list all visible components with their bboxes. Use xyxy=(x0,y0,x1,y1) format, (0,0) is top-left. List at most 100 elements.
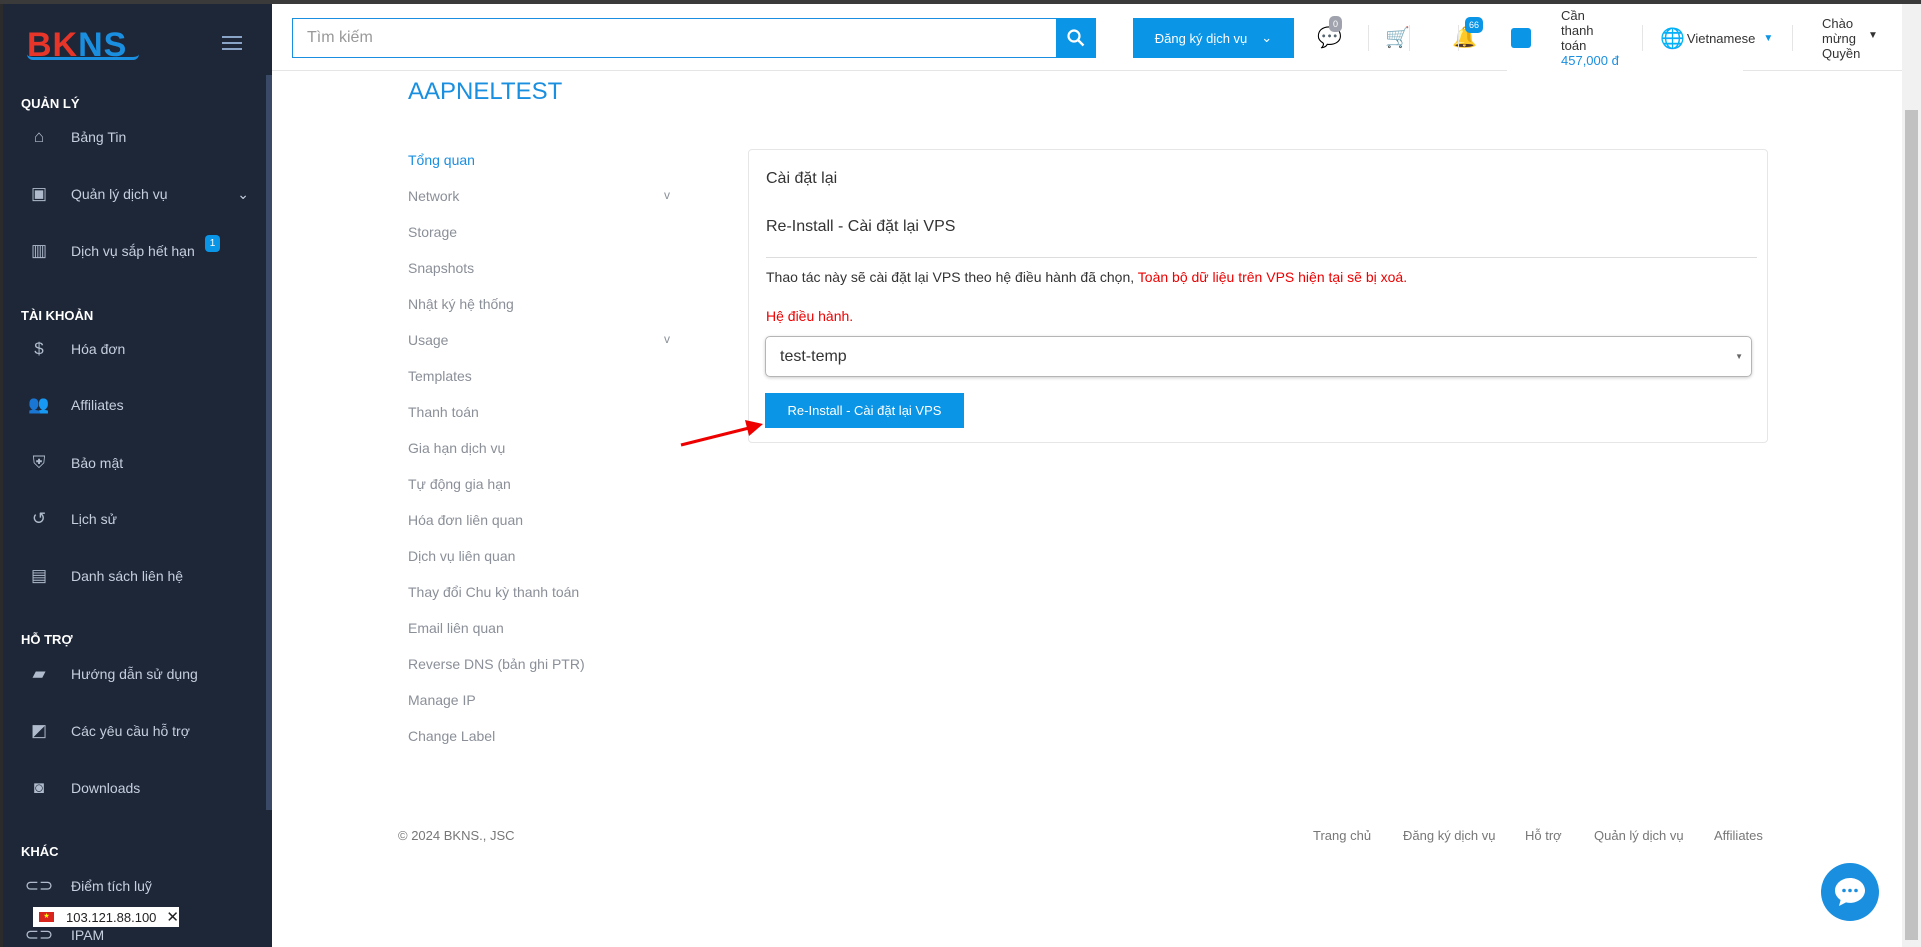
divider xyxy=(1368,25,1369,51)
divider xyxy=(1409,25,1410,51)
cart-icon: 🛒 xyxy=(1385,27,1410,49)
payment-amount: 457,000 đ xyxy=(1561,53,1619,68)
nav-item[interactable]: Storage xyxy=(408,224,670,240)
sidebar-item-hoa-don[interactable]: $ Hóa đơn xyxy=(29,337,125,361)
footer-link-home[interactable]: Trang chủ xyxy=(1313,828,1371,843)
ip-tooltip: ★ 103.121.88.100 ✕ xyxy=(33,907,179,927)
footer-link-register[interactable]: Đăng ký dịch vụ xyxy=(1403,828,1496,843)
sidebar-item-quan-ly-dich-vu[interactable]: ▣ Quản lý dịch vụ ⌄ xyxy=(29,182,249,206)
close-icon[interactable]: ✕ xyxy=(166,908,179,926)
user-add-icon: 👥 xyxy=(28,395,50,414)
hamburger-menu-icon[interactable] xyxy=(222,36,242,54)
cart-button[interactable]: 🛒 xyxy=(1385,25,1410,50)
chevron-down-icon: ⌄ xyxy=(1261,30,1273,45)
sidebar-scrollbar[interactable] xyxy=(266,75,272,810)
history-icon: ↺ xyxy=(31,509,47,528)
shield-icon: ⛨ xyxy=(32,453,46,472)
nav-item[interactable]: Nhật ký hệ thống xyxy=(408,296,670,312)
messages-button[interactable]: 💬 0 xyxy=(1317,16,1343,50)
nav-item[interactable]: Change Label xyxy=(408,728,670,744)
os-select[interactable]: test-temp ▼ xyxy=(765,336,1752,377)
home-icon: ⌂ xyxy=(33,127,45,146)
reinstall-description: Thao tác này sẽ cài đặt lại VPS theo hệ … xyxy=(766,269,1408,285)
sidebar-item-downloads[interactable]: ◙ Downloads xyxy=(29,776,140,800)
expiring-badge: 1 xyxy=(204,234,221,252)
search-icon xyxy=(1067,29,1085,47)
divider xyxy=(1792,25,1793,51)
logo-swoosh xyxy=(27,54,139,60)
nav-item[interactable]: Tổng quan xyxy=(408,152,670,168)
sidebar-item-lich-su[interactable]: ↺ Lịch sử xyxy=(29,507,117,531)
dollar-icon: $ xyxy=(34,339,44,358)
ticket-icon: ◩ xyxy=(30,721,48,740)
sidebar-item-yeu-cau-ho-tro[interactable]: ◩ Các yêu cầu hỗ trợ xyxy=(29,719,190,743)
bar-chart-icon: ▥ xyxy=(30,241,48,260)
notifications-count: 66 xyxy=(1465,17,1484,33)
sidebar-item-bang-tin[interactable]: ⌂ Bảng Tin xyxy=(29,125,126,149)
nav-item[interactable]: Thay đổi Chu kỳ thanh toán xyxy=(408,584,670,600)
nav-item[interactable]: Templates xyxy=(408,368,670,384)
divider xyxy=(1642,25,1643,51)
data-loss-warning: Toàn bộ dữ liệu trên VPS hiện tại sẽ bị … xyxy=(1137,269,1408,285)
footer-link-support[interactable]: Hỗ trợ xyxy=(1525,828,1562,843)
user-menu[interactable]: Chào mừng Quyền ▼ xyxy=(1822,16,1878,61)
red-arrow-annotation xyxy=(680,420,763,447)
globe-icon: 🌐 xyxy=(1660,28,1685,50)
save-icon: ◙ xyxy=(33,778,45,797)
wallet-icon xyxy=(1511,28,1531,48)
sidebar-item-huong-dan[interactable]: ▰ Hướng dẫn sử dụng xyxy=(29,662,197,686)
contacts-icon: ▤ xyxy=(30,566,48,585)
section-khac: KHÁC xyxy=(21,844,59,859)
divider xyxy=(1458,25,1459,51)
notifications-button[interactable]: 🔔 66 xyxy=(1452,17,1484,50)
section-tai-khoan: TÀI KHOẢN xyxy=(21,308,94,323)
card-heading: Cài đặt lại xyxy=(766,170,838,187)
nav-item[interactable]: Hóa đơn liên quan xyxy=(408,512,670,528)
sidebar-item-bao-mat[interactable]: ⛨ Bảo mật xyxy=(29,451,124,475)
reinstall-button[interactable]: Re-Install - Cài đặt lại VPS xyxy=(765,393,964,428)
nav-item[interactable]: Network v xyxy=(408,188,670,204)
nav-item[interactable]: Reverse DNS (bản ghi PTR) xyxy=(408,656,670,672)
link-icon: ⊂⊃ xyxy=(24,925,54,944)
divider xyxy=(766,257,1757,258)
sidebar-item-danh-sach-lien-he[interactable]: ▤ Danh sách liên hệ xyxy=(29,564,183,588)
chat-bubble-icon xyxy=(1835,878,1865,906)
search-button[interactable] xyxy=(1056,18,1096,58)
language-select[interactable]: 🌐 Vietnamese ▼ xyxy=(1660,26,1773,51)
sidebar: BKNS QUẢN LÝ ⌂ Bảng Tin ▣ Quản lý dịch vụ ⌄… xyxy=(0,4,272,947)
nav-item[interactable]: Usage v xyxy=(408,332,670,348)
copyright: © 2024 BKNS., JSC xyxy=(398,828,515,843)
link-icon: ⊂⊃ xyxy=(24,876,54,895)
sidebar-item-affiliates[interactable]: 👥 Affiliates xyxy=(28,393,123,417)
nav-item[interactable]: Snapshots xyxy=(408,260,670,276)
nav-item[interactable]: Thanh toán xyxy=(408,404,670,420)
nav-item[interactable]: Dịch vụ liên quan xyxy=(408,548,670,564)
register-service-button[interactable]: Đăng ký dịch vụ ⌄ xyxy=(1133,18,1294,58)
sidebar-item-dich-vu-sap-het-han[interactable]: ▥ Dịch vụ sắp hết hạn 1 xyxy=(29,234,221,263)
chevron-down-icon: ⌄ xyxy=(237,185,249,202)
chevron-down-icon: v xyxy=(664,332,670,346)
chat-button[interactable] xyxy=(1821,863,1879,921)
search-input[interactable]: Tìm kiếm xyxy=(292,18,1058,58)
section-quan-ly: QUẢN LÝ xyxy=(21,96,80,111)
page-scrollbar-thumb[interactable] xyxy=(1905,110,1918,940)
caret-down-icon: ▼ xyxy=(1868,30,1878,41)
caret-down-icon: ▼ xyxy=(1735,352,1743,361)
messages-count: 0 xyxy=(1329,16,1343,32)
sidebar-item-diem-tich-luy[interactable]: ⊂⊃ Điểm tích luỹ xyxy=(24,874,152,898)
nav-item[interactable]: Gia hạn dịch vụ xyxy=(408,440,670,456)
section-ho-tro: HỖ TRỢ xyxy=(21,632,73,647)
label-icon: ▰ xyxy=(32,664,46,683)
footer-link-manage[interactable]: Quản lý dịch vụ xyxy=(1594,828,1684,843)
nav-item[interactable]: Manage IP xyxy=(408,692,670,708)
caret-down-icon: ▼ xyxy=(1763,33,1774,44)
nav-item[interactable]: Email liên quan xyxy=(408,620,670,636)
nav-item[interactable]: Tự động gia hạn xyxy=(408,476,670,492)
chevron-down-icon: v xyxy=(664,188,670,202)
vietnam-flag-icon: ★ xyxy=(39,912,55,922)
footer-link-affiliates[interactable]: Affiliates xyxy=(1714,828,1763,843)
os-label: Hệ điều hành. xyxy=(766,308,854,324)
card-subheading: Re-Install - Cài đặt lại VPS xyxy=(766,218,956,235)
page-title: AAPNELTEST xyxy=(408,78,563,105)
contact-card-icon: ▣ xyxy=(30,184,48,203)
